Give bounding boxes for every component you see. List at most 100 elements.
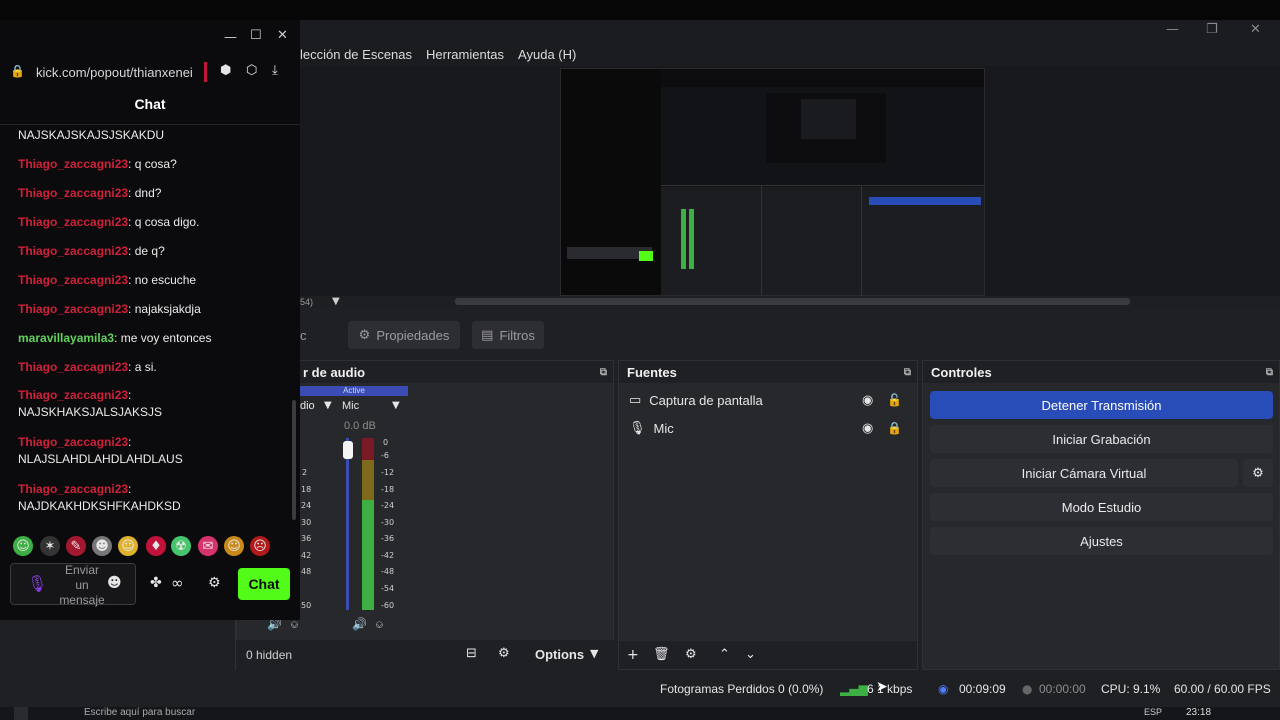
menu-tools[interactable]: Herramientas bbox=[426, 47, 504, 62]
meter-tick: -54 bbox=[381, 584, 395, 593]
emote-icon[interactable]: ✎ bbox=[66, 536, 86, 556]
clock[interactable]: 23:18 bbox=[1186, 707, 1211, 718]
filters-label: Filtros bbox=[499, 327, 535, 343]
quick-emote-icon[interactable]: ✤ bbox=[150, 575, 162, 591]
emote-icon[interactable]: ✉ bbox=[198, 536, 218, 556]
emote-icon[interactable]: ☻ bbox=[92, 536, 112, 556]
eye-icon[interactable]: ◉ bbox=[862, 393, 873, 408]
cpu-usage: CPU: 9.1% bbox=[1101, 682, 1161, 696]
filters-button[interactable]: ▤ Filtros bbox=[472, 321, 544, 349]
chat-message: Thiago_zaccagni23: a si. bbox=[18, 360, 157, 374]
trash-icon[interactable]: 🗑 bbox=[653, 647, 670, 662]
download-icon[interactable]: ⤓ bbox=[272, 63, 278, 78]
puzzle-icon[interactable]: ⬡ bbox=[246, 63, 257, 78]
advanced-audio-icon[interactable]: ⚙ bbox=[498, 646, 510, 661]
emote-icon[interactable]: ♦ bbox=[146, 536, 166, 556]
volume-slider-handle[interactable] bbox=[343, 441, 353, 459]
chat-username: Thiago_zaccagni23 bbox=[18, 186, 129, 200]
preview-recursive-image bbox=[561, 69, 984, 295]
lock-icon[interactable]: 🔒 bbox=[887, 421, 902, 435]
chat-message: Thiago_zaccagni23: NAJDKAKHDKSHFKAHDKSD bbox=[18, 482, 181, 513]
chat-scrollbar[interactable] bbox=[292, 400, 296, 520]
speaker-icon[interactable]: 🔊 bbox=[352, 617, 367, 631]
controls-title: Controles bbox=[931, 364, 992, 380]
extension-icon[interactable]: ⬢ bbox=[220, 63, 231, 78]
chevron-down-icon[interactable]: ▼ bbox=[332, 296, 340, 307]
close-icon[interactable]: ✕ bbox=[277, 28, 288, 43]
gear-icon: ⚙ bbox=[358, 327, 371, 343]
chat-title: Chat bbox=[134, 96, 166, 112]
unlock-icon[interactable]: 🔓 bbox=[887, 393, 902, 407]
emote-icon[interactable]: ☹ bbox=[250, 536, 270, 556]
undock-icon[interactable]: ⧉ bbox=[1266, 367, 1273, 378]
menu-help[interactable]: Ayuda (H) bbox=[518, 47, 576, 62]
emote-icon[interactable]: ☺ bbox=[13, 536, 33, 556]
layout-icon[interactable]: ⊟ bbox=[466, 646, 477, 661]
gear-icon[interactable]: ⚙ bbox=[208, 575, 221, 591]
undock-icon[interactable]: ⧉ bbox=[904, 367, 911, 378]
close-icon[interactable]: ✕ bbox=[1250, 22, 1261, 37]
menu-scene-collection[interactable]: lección de Escenas bbox=[300, 47, 412, 62]
microphone-icon[interactable]: 🎙 bbox=[27, 574, 47, 593]
start-recording-button[interactable]: Iniciar Grabación bbox=[930, 425, 1273, 453]
send-chat-button[interactable]: Chat bbox=[238, 568, 290, 600]
monitor-icon: ▭ bbox=[629, 392, 642, 408]
down-arrow-icon[interactable]: ⌄ bbox=[745, 647, 756, 662]
studio-mode-button[interactable]: Modo Estudio bbox=[930, 493, 1273, 521]
headphones-icon[interactable]: ⎉ bbox=[290, 618, 299, 632]
chat-message: Thiago_zaccagni23: de q? bbox=[18, 244, 165, 258]
chat-username: Thiago_zaccagni23 bbox=[18, 482, 129, 496]
settings-button[interactable]: Ajustes bbox=[930, 527, 1273, 555]
minimize-icon[interactable]: — bbox=[224, 30, 237, 45]
chevron-down-icon[interactable]: ▼ bbox=[324, 400, 332, 411]
emote-icon[interactable]: ☢ bbox=[171, 536, 191, 556]
taskbar-search[interactable]: Escribe aquí para buscar bbox=[84, 707, 195, 720]
maximize-icon[interactable]: ☐ bbox=[250, 28, 262, 43]
emote-icon[interactable]: ☺ bbox=[224, 536, 244, 556]
source-item[interactable]: 🎙 Mic ◉ 🔒 bbox=[619, 414, 917, 442]
recording-time: 00:00:00 bbox=[1039, 682, 1086, 696]
meter-tick: 24 bbox=[301, 501, 312, 510]
start-virtual-camera-button[interactable]: Iniciar Cámara Virtual bbox=[930, 459, 1238, 487]
chat-message: Thiago_zaccagni23: NLAJSLAHDLAHDLAHDLAUS bbox=[18, 435, 183, 466]
chat-message: Thiago_zaccagni23: q cosa digo. bbox=[18, 215, 200, 229]
chat-message: NAJSKAJSKAJSJSKAKDU bbox=[18, 128, 165, 142]
chat-input[interactable]: 🎙 Enviar un mensaje ☻ bbox=[10, 563, 136, 607]
source-item[interactable]: ▭ Captura de pantalla ◉ 🔓 bbox=[619, 386, 917, 414]
undock-icon[interactable]: ⧉ bbox=[600, 367, 607, 378]
volume-slider-track[interactable] bbox=[346, 438, 349, 610]
stream-preview[interactable] bbox=[560, 68, 985, 296]
audio-mixer-title: r de audio bbox=[303, 364, 366, 380]
url-text: kick.com/popout/thianxenei bbox=[36, 65, 193, 80]
chat-username: Thiago_zaccagni23 bbox=[18, 435, 129, 449]
options-button[interactable]: Options bbox=[535, 647, 584, 662]
gear-icon[interactable]: ⚙ bbox=[685, 647, 697, 662]
emote-icon[interactable]: ✶ bbox=[40, 536, 60, 556]
emote-icon[interactable]: ☺ bbox=[118, 536, 138, 556]
recording-icon: ● bbox=[1022, 682, 1033, 696]
infinity-icon[interactable]: ∞ bbox=[171, 574, 184, 592]
chevron-down-icon[interactable]: ▼ bbox=[590, 647, 598, 660]
chevron-down-icon[interactable]: ▼ bbox=[392, 400, 400, 411]
headphones-icon[interactable]: ⎉ bbox=[375, 618, 384, 632]
keyboard-language[interactable]: ESP bbox=[1144, 707, 1162, 720]
left-bottom-panel bbox=[0, 620, 236, 670]
add-icon[interactable]: + bbox=[627, 647, 639, 663]
address-bar[interactable]: 🔒 kick.com/popout/thianxenei ⬢ ⬡ ⤓ bbox=[0, 60, 300, 86]
properties-button[interactable]: ⚙ Propiedades bbox=[348, 321, 460, 349]
meter-tick: -24 bbox=[381, 501, 395, 510]
mixer-toolbar: 0 hidden ⊟ ⚙ Options ▼ bbox=[236, 640, 614, 670]
stop-streaming-button[interactable]: Detener Transmisión bbox=[930, 391, 1273, 419]
chat-message: Thiago_zaccagni23: NAJSKHAKSJALSJAKSJS bbox=[18, 388, 163, 419]
up-arrow-icon[interactable]: ⌃ bbox=[719, 647, 730, 662]
emoji-icon[interactable]: ☻ bbox=[107, 575, 122, 591]
windows-start-icon[interactable] bbox=[14, 707, 28, 720]
maximize-icon[interactable]: ❐ bbox=[1206, 22, 1218, 37]
virtual-camera-settings-icon[interactable]: ⚙ bbox=[1243, 459, 1273, 487]
eye-icon[interactable]: ◉ bbox=[862, 421, 873, 436]
source-label: Captura de pantalla bbox=[649, 392, 763, 408]
minimize-icon[interactable]: — bbox=[1166, 22, 1179, 37]
scrollbar-thumb[interactable] bbox=[455, 298, 1130, 305]
meter-tick: -36 bbox=[381, 534, 395, 543]
meter-tick: -30 bbox=[381, 518, 395, 527]
